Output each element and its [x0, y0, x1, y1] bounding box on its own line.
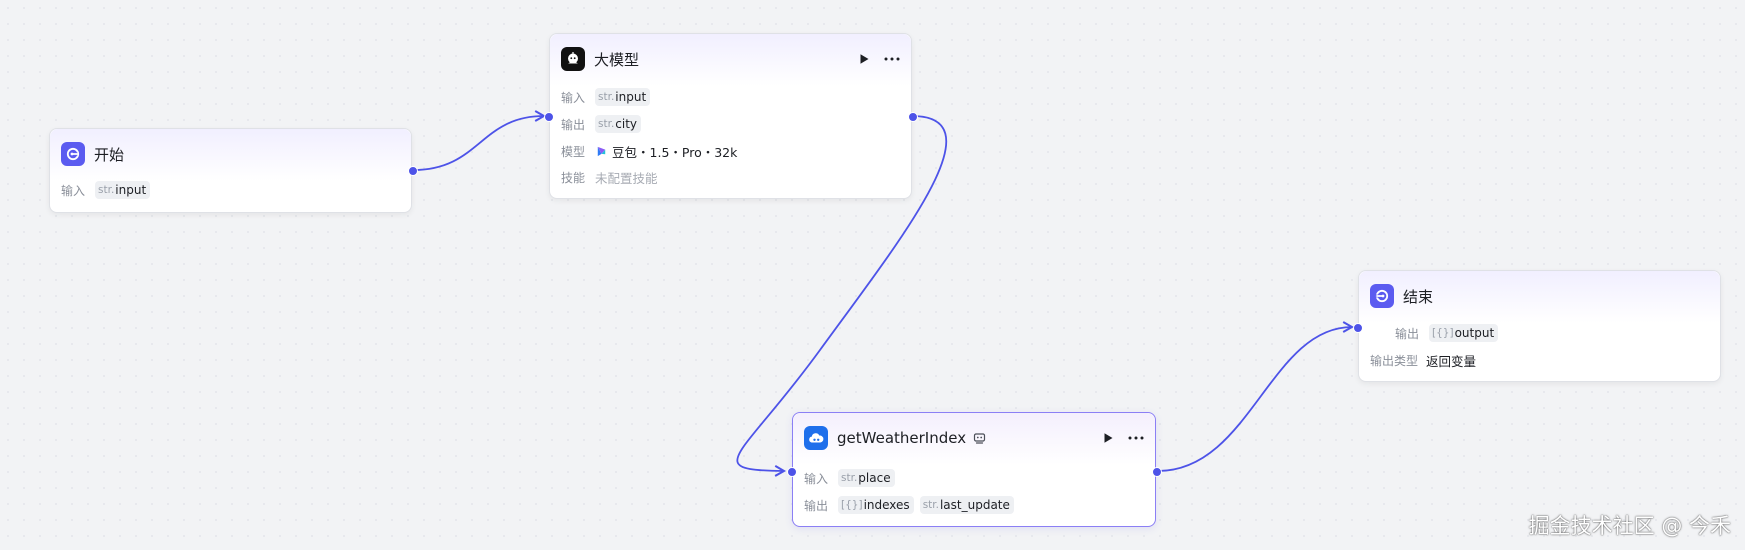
end-output-var: [{}] output — [1429, 324, 1499, 342]
plugin-badge-icon — [973, 432, 986, 445]
workflow-canvas[interactable]: 开始 输入 str. input 大模型 输入 str. input 输出 st… — [0, 0, 1745, 550]
more-dots-icon[interactable] — [883, 50, 901, 68]
plugin-output-label: 输出 — [804, 498, 829, 513]
plugin-input-port[interactable] — [787, 467, 797, 477]
llm-input-port[interactable] — [544, 112, 554, 122]
llm-skill-value: 未配置技能 — [595, 170, 658, 186]
plugin-output-row: 输出 [{}] indexes str. last_update — [804, 496, 1145, 514]
more-dots-icon[interactable] — [1127, 429, 1145, 447]
plugin-node[interactable]: getWeatherIndex 输入 str. place 输出 [{}] in… — [787, 412, 1162, 527]
llm-skill-label: 技能 — [561, 170, 586, 185]
end-input-port[interactable] — [1353, 323, 1363, 333]
llm-input-row: 输入 str. input — [561, 88, 901, 106]
play-icon[interactable] — [1099, 429, 1117, 447]
start-icon — [61, 142, 85, 166]
plugin-node-actions — [1099, 429, 1145, 447]
llm-model-row: 模型 豆包・1.5・Pro・32k — [561, 142, 901, 160]
start-node-title: 开始 — [94, 145, 125, 164]
end-output-type-row: 输出类型 返回变量 — [1370, 351, 1710, 369]
llm-model-label: 模型 — [561, 144, 586, 159]
start-node[interactable]: 开始 输入 str. input — [49, 128, 418, 213]
edge-plugin-to-end[interactable] — [1157, 321, 1355, 472]
end-node[interactable]: 结束 输出 [{}] output 输出类型 返回变量 — [1353, 270, 1721, 382]
end-node-title: 结束 — [1403, 287, 1434, 306]
llm-input-var: str. input — [595, 88, 651, 106]
llm-node-title-row: 大模型 — [561, 47, 901, 71]
llm-node-actions — [855, 50, 901, 68]
llm-output-var: str. city — [595, 115, 642, 133]
start-input-label: 输入 — [61, 183, 86, 198]
llm-output-port[interactable] — [908, 112, 918, 122]
doubao-logo-icon — [597, 146, 606, 156]
plugin-output-port[interactable] — [1152, 467, 1162, 477]
start-node-title-row: 开始 — [61, 142, 401, 166]
llm-input-label: 输入 — [561, 90, 586, 105]
plugin-node-title: getWeatherIndex — [837, 429, 967, 447]
start-input-row: 输入 str. input — [61, 181, 401, 199]
llm-node[interactable]: 大模型 输入 str. input 输出 str. city 模型 豆包・1.5… — [544, 33, 918, 199]
llm-skill-row: 技能 未配置技能 — [561, 168, 901, 186]
plugin-node-title-row: getWeatherIndex — [804, 426, 1145, 450]
end-node-title-row: 结束 — [1370, 284, 1710, 308]
plugin-output-var-indexes: [{}] indexes — [838, 496, 914, 514]
end-output-label: 输出 — [1395, 326, 1420, 341]
watermark: 掘金技术社区 @ 今禾 — [1528, 514, 1731, 538]
plugin-input-label: 输入 — [804, 471, 829, 486]
llm-model-value: 豆包・1.5・Pro・32k — [612, 144, 738, 160]
llm-node-title: 大模型 — [594, 50, 640, 69]
end-output-row: 输出 [{}] output — [1395, 324, 1710, 342]
edge-start-to-llm[interactable] — [412, 110, 547, 171]
llm-output-row: 输出 str. city — [561, 115, 901, 133]
llm-output-label: 输出 — [561, 117, 586, 132]
start-output-port[interactable] — [408, 166, 418, 176]
end-output-type-label: 输出类型 — [1370, 353, 1419, 368]
plugin-output-var-last-update: str. last_update — [919, 496, 1014, 514]
end-output-type-value: 返回变量 — [1426, 353, 1477, 369]
end-icon — [1370, 284, 1394, 308]
play-icon[interactable] — [855, 50, 873, 68]
plugin-input-row: 输入 str. place — [804, 469, 1145, 487]
start-input-var: str. input — [95, 181, 151, 199]
plugin-input-var: str. place — [838, 469, 895, 487]
weather-plugin-icon — [804, 426, 828, 450]
llm-robot-icon — [561, 47, 585, 71]
